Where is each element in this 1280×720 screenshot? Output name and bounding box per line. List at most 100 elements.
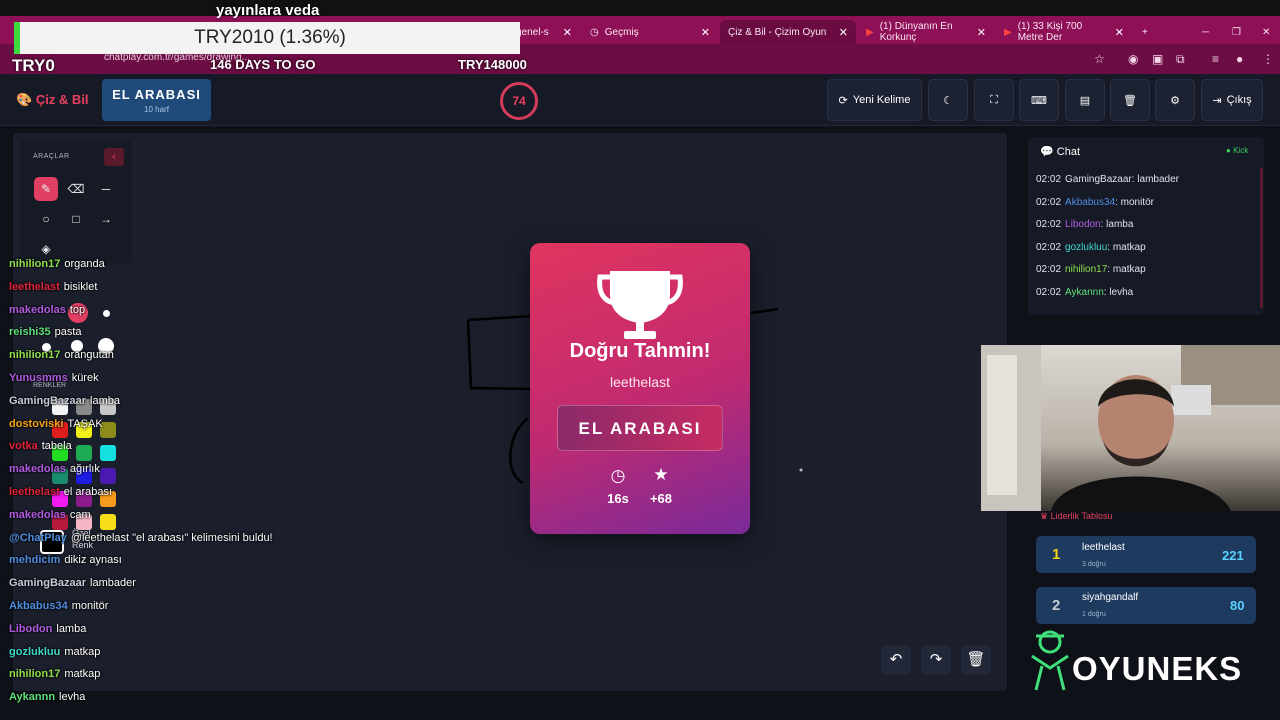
history-icon: ◷ xyxy=(590,26,599,38)
stream-chat-user: mehdicim xyxy=(9,554,61,567)
rectangle-tool[interactable]: □ xyxy=(64,207,88,231)
stream-chat-text: organda xyxy=(64,258,105,270)
stream-chat-text: lamba xyxy=(56,622,87,635)
line-tool[interactable]: ─ xyxy=(94,177,118,201)
close-icon[interactable]: ✕ xyxy=(977,26,986,39)
status-dot-icon: ● xyxy=(1226,146,1231,155)
keyboard-button[interactable]: ⌨ xyxy=(1019,79,1059,121)
drawing-canvas[interactable] xyxy=(13,133,1007,691)
youtube-icon: ▶ xyxy=(866,26,874,38)
chat-text: : matkap xyxy=(1107,241,1146,253)
chat-time: 02:02 xyxy=(1036,219,1062,231)
new-tab-button[interactable]: + xyxy=(1134,20,1154,44)
keyboard-icon: ⌨ xyxy=(1031,94,1047,107)
stream-chat-user: GamingBazaar xyxy=(9,394,87,407)
color-swatch[interactable] xyxy=(100,468,116,484)
exit-icon: ⇥ xyxy=(1212,94,1222,107)
app-logo[interactable]: 🎨 Çiz & Bil xyxy=(16,92,89,108)
donation-bar: TRY2010 (1.36%) xyxy=(14,22,520,54)
stream-chat-user: nihilion17 xyxy=(9,258,61,270)
stream-chat-user: Libodon xyxy=(9,622,53,635)
clear-canvas-button[interactable]: 🗑 xyxy=(961,645,991,675)
tab-history[interactable]: ◷ Geçmiş ✕ xyxy=(582,20,718,44)
arrow-tool[interactable]: → xyxy=(94,207,118,231)
stream-title: yayınlara veda xyxy=(216,2,320,19)
stream-chat-message: nihilion17 matkap xyxy=(9,668,100,680)
bucket-icon: ◈ xyxy=(41,242,51,256)
stream-chat-message: makedolas cam xyxy=(9,509,91,521)
tab-label: (1) 33 Kişi 700 Metre Der xyxy=(1017,21,1083,43)
days-to-go: 146 DAYS TO GO xyxy=(210,57,316,72)
close-icon[interactable]: ✕ xyxy=(1115,26,1124,39)
stream-chat-user: Yunusmms xyxy=(9,372,68,384)
stream-chat-user: makedolas xyxy=(9,508,66,521)
stream-chat-text: tabela xyxy=(41,440,72,453)
brush-icon: ✎ xyxy=(40,182,52,196)
stream-chat-user: nihilion17 xyxy=(9,349,61,362)
chat-user: Aykannn xyxy=(1065,287,1104,298)
eraser-tool[interactable]: ⌫ xyxy=(64,177,88,201)
chat-message: 02:02 Libodon: lamba xyxy=(1036,219,1133,230)
color-swatch[interactable] xyxy=(100,445,116,461)
trash-button[interactable]: 🗑 xyxy=(1110,79,1150,121)
playlist-icon[interactable]: ≡ xyxy=(1212,52,1219,66)
fullscreen-button[interactable]: ⛶ xyxy=(974,79,1014,121)
brush-tool[interactable]: ✎ xyxy=(34,177,58,201)
tab-youtube-2[interactable]: ▶ (1) 33 Kişi 700 Metre Der ✕ xyxy=(996,20,1132,44)
archive-button[interactable]: ▤ xyxy=(1065,79,1105,121)
trash-icon: 🗑 xyxy=(1123,94,1137,107)
tab-label: genel-s xyxy=(516,26,549,38)
chat-text: : levha xyxy=(1103,287,1134,298)
star-icon[interactable]: ☆ xyxy=(1094,52,1105,66)
close-icon[interactable]: ✕ xyxy=(701,26,710,39)
stream-chat-text: el arabası xyxy=(63,486,113,498)
undo-button[interactable]: ↶ xyxy=(881,645,911,675)
leaderboard-row xyxy=(1036,587,1256,624)
maximize-icon[interactable]: ❐ xyxy=(1224,20,1249,44)
dark-mode-button[interactable]: ☾ xyxy=(928,79,968,121)
stream-chat-message: GamingBazaar lamba xyxy=(9,395,120,407)
menu-icon[interactable]: ⋮ xyxy=(1262,52,1274,66)
redo-button[interactable]: ↷ xyxy=(921,645,951,675)
stream-chat-text: TAŞAK xyxy=(67,417,103,430)
tab-label: Geçmiş xyxy=(604,26,639,38)
profile-icon[interactable]: ● xyxy=(1236,52,1243,66)
puzzle-icon[interactable]: ⧉ xyxy=(1176,52,1185,67)
new-word-button[interactable]: ⟳ Yeni Kelime xyxy=(827,79,922,121)
arrow-icon: → xyxy=(100,212,112,226)
winner-name: leethelast xyxy=(610,374,670,390)
settings-button[interactable]: ⚙ xyxy=(1155,79,1195,121)
chat-message: 02:02 gozlukluu: matkap xyxy=(1036,242,1146,253)
color-swatch[interactable] xyxy=(100,514,116,530)
collapse-tools-button[interactable]: ‹ xyxy=(104,148,124,166)
chat-message: 02:02 nihilion17: matkap xyxy=(1036,264,1146,275)
color-swatch[interactable] xyxy=(76,445,92,461)
minimize-icon[interactable]: ─ xyxy=(1194,20,1217,44)
chat-message: 02:02 GamingBazaar: lambader xyxy=(1036,174,1179,185)
brush-size[interactable] xyxy=(103,310,110,317)
circle-tool[interactable]: ○ xyxy=(34,207,58,231)
chat-scrollbar[interactable] xyxy=(1260,168,1263,308)
exit-label: Çıkış xyxy=(1226,94,1252,106)
tab-ciz-bil[interactable]: Çiz & Bil - Çizim Oyun ✕ xyxy=(720,20,856,44)
extension-icon[interactable]: ◉ xyxy=(1128,52,1138,66)
round-timer: 74 xyxy=(500,82,538,120)
undo-icon: ↶ xyxy=(889,651,903,668)
stream-chat-user: Aykannn xyxy=(9,691,56,704)
youtube-icon: ▶ xyxy=(1004,26,1012,38)
stream-chat-message: GamingBazaar lambader xyxy=(9,577,136,589)
chat-user: GamingBazaar xyxy=(1065,174,1132,185)
result-title: Doğru Tahmin! xyxy=(569,340,711,362)
stream-chat-message: dostoviski TAŞAK xyxy=(9,418,103,430)
stream-chat-user: GamingBazaar xyxy=(9,577,87,590)
exit-button[interactable]: ⇥ Çıkış xyxy=(1201,79,1263,121)
refresh-icon: ⟳ xyxy=(838,94,848,107)
leaderboard-name: leethelast xyxy=(1082,542,1125,553)
extension-icon[interactable]: ▣ xyxy=(1152,52,1163,66)
close-icon[interactable]: ✕ xyxy=(563,26,572,39)
close-icon[interactable]: ✕ xyxy=(839,26,848,39)
tab-youtube-1[interactable]: ▶ (1) Dünyanın En Korkunç ✕ xyxy=(858,20,994,44)
window-close-icon[interactable]: ✕ xyxy=(1254,20,1278,44)
stream-chat-message: reishi35 pasta xyxy=(9,326,82,338)
stream-chat-user: nihilion17 xyxy=(9,668,61,681)
